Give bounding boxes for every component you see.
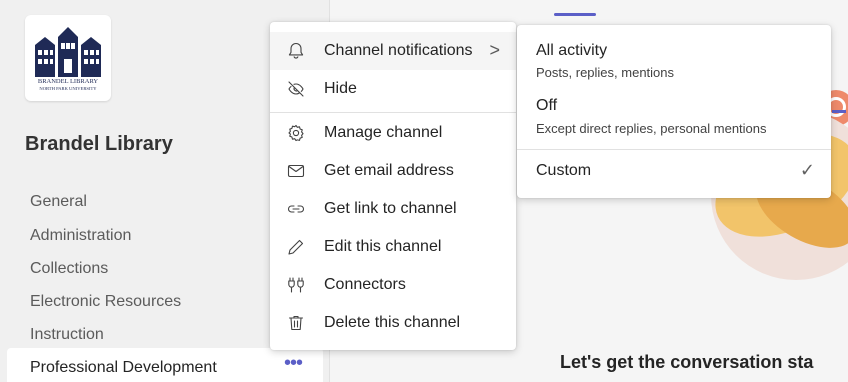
menu-item-label: Get link to channel bbox=[324, 200, 457, 217]
menu-item-label: Delete this channel bbox=[324, 314, 461, 331]
logo-subtext: NORTH PARK UNIVERSITY bbox=[39, 86, 97, 91]
channel-instruction[interactable]: Instruction bbox=[30, 326, 104, 344]
option-title: All activity bbox=[536, 42, 608, 59]
menu-item-hide[interactable]: Hide bbox=[270, 70, 516, 108]
option-title: Off bbox=[536, 97, 558, 114]
menu-item-get-email-address[interactable]: Get email address bbox=[270, 152, 516, 190]
channel-general[interactable]: General bbox=[30, 193, 87, 211]
menu-item-channel-notifications[interactable]: Channel notifications > bbox=[270, 32, 516, 70]
option-custom[interactable]: Custom ✓ bbox=[517, 150, 831, 194]
welcome-heading: Let's get the conversation sta bbox=[560, 352, 814, 372]
option-description: Posts, replies, mentions bbox=[536, 65, 675, 80]
menu-item-get-link-to-channel[interactable]: Get link to channel bbox=[270, 190, 516, 228]
notifications-submenu: All activity Posts, replies, mentions Of… bbox=[517, 25, 831, 198]
trash-icon bbox=[288, 315, 304, 331]
menu-item-manage-channel[interactable]: Manage channel bbox=[270, 114, 516, 152]
menu-item-label: Hide bbox=[324, 80, 357, 97]
link-icon bbox=[288, 205, 304, 213]
channel-professional-development[interactable]: Professional Development ••• bbox=[7, 348, 323, 382]
menu-item-delete-this-channel[interactable]: Delete this channel bbox=[270, 304, 516, 342]
channel-collections[interactable]: Collections bbox=[30, 260, 108, 278]
checkmark-icon: ✓ bbox=[799, 160, 815, 180]
menu-item-label: Channel notifications bbox=[324, 42, 473, 59]
option-description: Except direct replies, personal mentions bbox=[536, 121, 767, 136]
menu-item-label: Connectors bbox=[324, 276, 406, 293]
gear-icon bbox=[288, 124, 304, 142]
channel-administration[interactable]: Administration bbox=[30, 227, 131, 245]
channel-context-menu: Channel notifications > Hide Manage chan… bbox=[270, 22, 516, 350]
channel-label: Professional Development bbox=[30, 359, 217, 376]
option-all-activity[interactable]: All activity Posts, replies, mentions bbox=[517, 25, 831, 83]
team-logo[interactable]: BRANDEL LIBRARY NORTH PARK UNIVERSITY bbox=[25, 15, 111, 101]
pencil-icon bbox=[288, 239, 304, 255]
chevron-right-icon: > bbox=[489, 40, 500, 60]
option-off[interactable]: Off Except direct replies, personal ment… bbox=[517, 83, 831, 145]
channel-electronic-resources[interactable]: Electronic Resources bbox=[30, 293, 181, 311]
eye-off-icon bbox=[288, 81, 304, 97]
menu-item-label: Get email address bbox=[324, 162, 454, 179]
option-title: Custom bbox=[536, 162, 592, 179]
menu-divider bbox=[270, 112, 516, 113]
bell-icon bbox=[288, 42, 304, 59]
plug-icon bbox=[288, 277, 304, 293]
menu-item-connectors[interactable]: Connectors bbox=[270, 266, 516, 304]
menu-item-label: Manage channel bbox=[324, 124, 443, 141]
team-name: Brandel Library bbox=[25, 133, 173, 155]
active-tab-indicator bbox=[554, 13, 596, 16]
decorative-bar bbox=[832, 110, 846, 113]
more-options-icon[interactable]: ••• bbox=[284, 352, 303, 375]
mail-icon bbox=[287, 164, 305, 178]
menu-item-edit-this-channel[interactable]: Edit this channel bbox=[270, 228, 516, 266]
menu-item-label: Edit this channel bbox=[324, 238, 442, 255]
logo-text: BRANDEL LIBRARY bbox=[37, 78, 99, 85]
